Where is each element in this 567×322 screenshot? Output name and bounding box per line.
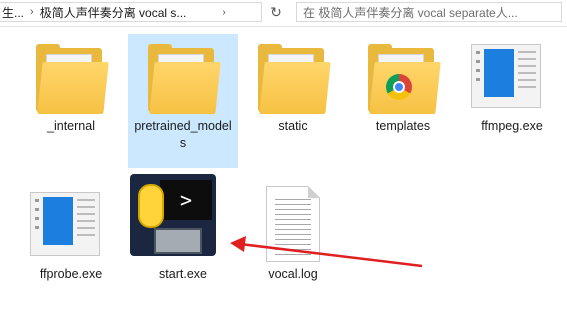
- file-start-exe[interactable]: > start.exe: [128, 172, 238, 283]
- file-label: _internal: [47, 119, 95, 133]
- folder-icon: [37, 62, 109, 114]
- file-label: templates: [375, 119, 431, 133]
- python-launcher-icon: >: [130, 174, 216, 256]
- folder-icon: [259, 62, 331, 114]
- search-placeholder: 在 极简人声伴奏分离 vocal separate人...: [303, 5, 518, 20]
- file-label: static: [278, 119, 308, 133]
- folder-pretrained-models[interactable]: pretrained_models: [128, 34, 238, 168]
- chrome-icon: [386, 74, 412, 100]
- file-label: ffmpeg.exe: [481, 119, 543, 133]
- file-ffmpeg-exe[interactable]: ffmpeg.exe: [457, 34, 567, 135]
- file-label: vocal.log: [268, 267, 318, 281]
- chevron-right-icon: ›: [30, 6, 34, 18]
- refresh-icon[interactable]: ↻: [264, 2, 288, 22]
- search-input[interactable]: 在 极简人声伴奏分离 vocal separate人...: [296, 2, 562, 22]
- breadcrumb-parent[interactable]: 生...: [0, 4, 26, 21]
- chevron-down-icon[interactable]: ›: [212, 2, 236, 22]
- file-ffprobe-exe[interactable]: ffprobe.exe: [16, 182, 126, 283]
- folder-icon: [149, 62, 221, 114]
- file-label: ffprobe.exe: [39, 267, 103, 281]
- folder-static[interactable]: static: [238, 34, 348, 135]
- breadcrumb-current[interactable]: 极简人声伴奏分离 vocal s...: [38, 4, 189, 21]
- file-label: start.exe: [159, 267, 207, 281]
- file-vocal-log[interactable]: vocal.log: [238, 182, 348, 283]
- text-document-icon: [266, 186, 320, 262]
- folder-internal[interactable]: _internal: [16, 34, 126, 135]
- file-label: pretrained_models: [134, 119, 232, 150]
- address-bar: 生... › 极简人声伴奏分离 vocal s... › ↻ 在 极简人声伴奏分…: [0, 0, 567, 27]
- folder-templates[interactable]: templates: [348, 34, 458, 135]
- application-icon: [30, 192, 100, 256]
- application-icon: [471, 44, 541, 108]
